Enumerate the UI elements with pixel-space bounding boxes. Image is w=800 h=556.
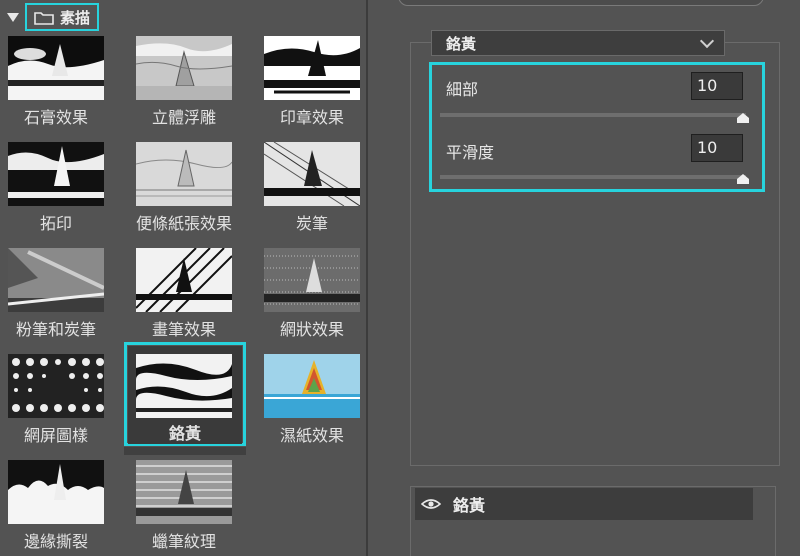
chevron-down-icon <box>699 33 715 48</box>
filter-label: 蠟筆紋理 <box>151 532 216 551</box>
filter-tile-stamp[interactable]: 印章效果 <box>256 36 368 127</box>
selection-shadow <box>124 447 246 455</box>
folder-icon <box>34 10 54 25</box>
filter-label: 網狀效果 <box>279 320 344 339</box>
detail-slider-thumb[interactable] <box>736 109 750 123</box>
filter-thumbnail <box>8 460 104 524</box>
filter-label: 粉筆和炭筆 <box>15 320 96 339</box>
filter-label: 畫筆效果 <box>151 320 216 339</box>
expand-triangle-icon[interactable] <box>7 12 19 22</box>
filter-tile-water-paper[interactable]: 濕紙效果 <box>256 354 368 445</box>
param-label-smoothness: 平滑度 <box>446 143 495 162</box>
filter-label: 鉻黃 <box>168 424 201 443</box>
filter-label: 便條紙張效果 <box>135 214 232 233</box>
eye-icon[interactable] <box>419 488 443 520</box>
effect-layer-label: 鉻黃 <box>453 496 486 515</box>
filter-tile-chalk-charcoal[interactable]: 粉筆和炭筆 <box>0 248 112 339</box>
filter-tile-conte-crayon[interactable]: 蠟筆紋理 <box>128 460 240 551</box>
filter-settings-panel: 鉻黃 細部 10 平滑度 10 鉻黃 <box>368 0 800 556</box>
filter-thumbnail <box>136 36 232 100</box>
filter-select[interactable]: 鉻黃 <box>431 30 725 56</box>
filter-thumbnail <box>264 354 360 418</box>
filter-tile-chrome[interactable]: 鉻黃 <box>128 346 242 444</box>
filter-tile-rubbing[interactable]: 拓印 <box>0 142 112 233</box>
filter-thumbnail <box>136 354 232 418</box>
filter-tile-halftone[interactable]: 網屏圖樣 <box>0 354 112 445</box>
effect-layer-row[interactable]: 鉻黃 <box>415 488 753 520</box>
filter-label: 立體浮雕 <box>151 108 216 127</box>
filter-tile-charcoal[interactable]: 炭筆 <box>256 142 368 233</box>
smoothness-slider-track[interactable] <box>440 175 746 179</box>
filter-thumbnail <box>136 142 232 206</box>
filter-label: 炭筆 <box>295 214 328 233</box>
filter-tile-graphic-pen[interactable]: 畫筆效果 <box>128 248 240 339</box>
filter-tile-torn-edges[interactable]: 邊緣撕裂 <box>0 460 112 551</box>
filter-thumbnail <box>136 248 232 312</box>
filter-thumbnail <box>8 354 104 418</box>
filter-thumbnail <box>8 36 104 100</box>
smoothness-input[interactable]: 10 <box>691 134 743 162</box>
filter-label: 拓印 <box>39 214 72 233</box>
category-label: 素描 <box>60 8 91 27</box>
filter-label: 網屏圖樣 <box>23 426 88 445</box>
filter-select-value: 鉻黃 <box>446 34 477 53</box>
detail-slider-track[interactable] <box>440 113 746 117</box>
filter-label: 石膏效果 <box>23 108 88 127</box>
filter-label: 濕紙效果 <box>279 426 344 445</box>
filter-thumbnail <box>264 248 360 312</box>
filter-label: 印章效果 <box>279 108 344 127</box>
category-highlight: 素描 <box>25 3 100 31</box>
filter-thumbnail <box>8 248 104 312</box>
filter-thumbnail <box>136 460 232 524</box>
filter-thumbnail <box>264 142 360 206</box>
preview-field <box>398 0 764 6</box>
filter-gallery: 素描 石膏效果 立體浮雕 印章效果 拓印 便條紙張效果 炭筆 粉筆和炭筆 畫筆效… <box>0 0 366 556</box>
param-label-detail: 細部 <box>446 80 479 99</box>
filter-label: 邊緣撕裂 <box>23 532 88 551</box>
smoothness-slider-thumb[interactable] <box>736 170 750 184</box>
filter-thumbnail <box>264 36 360 100</box>
filter-tile-reticulation[interactable]: 網狀效果 <box>256 248 368 339</box>
category-header[interactable]: 素描 <box>4 2 100 32</box>
filter-thumbnail <box>8 142 104 206</box>
filter-tile-bas-relief[interactable]: 立體浮雕 <box>128 36 240 127</box>
detail-input[interactable]: 10 <box>691 72 743 100</box>
filter-tile-plaster[interactable]: 石膏效果 <box>0 36 112 127</box>
filter-tile-note-paper[interactable]: 便條紙張效果 <box>128 142 240 233</box>
